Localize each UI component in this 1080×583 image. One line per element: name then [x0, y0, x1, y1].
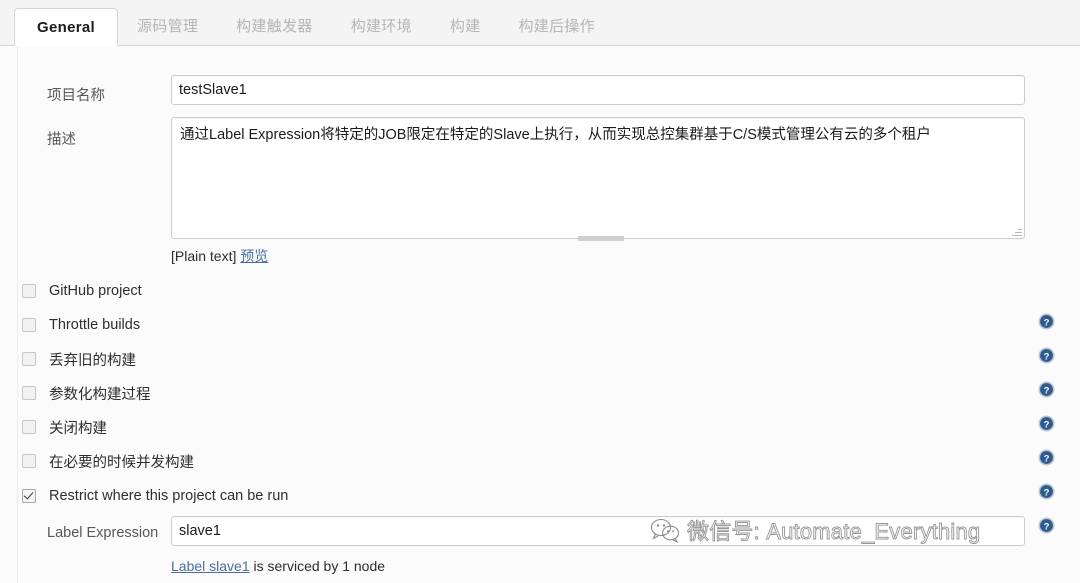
checkbox-label-concurrent-builds: 在必要的时候并发构建: [49, 454, 194, 471]
checkbox-label-discard-old-builds: 丢弃旧的构建: [49, 352, 136, 369]
svg-text:?: ?: [1044, 521, 1050, 532]
tab-list: General 源码管理 构建触发器 构建环境 构建 构建后操作: [14, 0, 615, 46]
tab-build-triggers[interactable]: 构建触发器: [217, 7, 332, 45]
plain-text-label: [Plain text]: [171, 248, 237, 264]
checkbox-row-disable-build[interactable]: 关闭构建: [22, 417, 107, 437]
label-node-link[interactable]: Label slave1: [171, 558, 250, 574]
description-textarea[interactable]: [171, 117, 1025, 239]
tab-source-management[interactable]: 源码管理: [118, 7, 217, 45]
label-node-status-text: is serviced by 1 node: [249, 558, 386, 574]
help-icon-label-expression[interactable]: ?: [1038, 517, 1055, 534]
label-expression-label: Label Expression: [47, 525, 159, 541]
label-expression-input[interactable]: [171, 516, 1025, 546]
project-name-label: 项目名称: [47, 88, 105, 104]
svg-text:?: ?: [1044, 385, 1050, 396]
help-icon-throttle-builds[interactable]: ?: [1038, 313, 1055, 330]
checkbox-row-concurrent-builds[interactable]: 在必要的时候并发构建: [22, 451, 194, 471]
checkbox-label-restrict-project-run: Restrict where this project can be run: [49, 488, 289, 504]
config-tab-bar: General 源码管理 构建触发器 构建环境 构建 构建后操作: [0, 0, 1080, 46]
project-name-input[interactable]: [171, 75, 1025, 105]
config-form: 项目名称 描述 [Plain text] 预览 GitHub project T…: [0, 46, 1080, 583]
checkbox-parameterized-build[interactable]: [22, 386, 36, 400]
checkbox-concurrent-builds[interactable]: [22, 454, 36, 468]
checkbox-discard-old-builds[interactable]: [22, 352, 36, 366]
svg-text:?: ?: [1044, 351, 1050, 362]
svg-text:?: ?: [1044, 487, 1050, 498]
checkbox-label-parameterized-build: 参数化构建过程: [49, 386, 151, 403]
markup-format-note: [Plain text] 预览: [171, 246, 268, 266]
checkbox-row-discard-old-builds[interactable]: 丢弃旧的构建: [22, 349, 136, 369]
help-icon-disable-build[interactable]: ?: [1038, 415, 1055, 432]
tab-build-environment[interactable]: 构建环境: [332, 7, 431, 45]
help-icon-concurrent-builds[interactable]: ?: [1038, 449, 1055, 466]
checkbox-throttle-builds[interactable]: [22, 318, 36, 332]
checkbox-label-disable-build: 关闭构建: [49, 420, 107, 437]
checkbox-label-github-project: GitHub project: [49, 283, 142, 299]
svg-text:?: ?: [1044, 453, 1050, 464]
form-left-divider: [17, 46, 18, 583]
checkbox-github-project[interactable]: [22, 284, 36, 298]
svg-text:?: ?: [1044, 419, 1050, 430]
checkbox-row-throttle-builds[interactable]: Throttle builds: [22, 315, 140, 335]
tab-general[interactable]: General: [14, 8, 118, 46]
checkbox-disable-build[interactable]: [22, 420, 36, 434]
description-label: 描述: [47, 132, 76, 148]
checkbox-row-restrict-project-run[interactable]: Restrict where this project can be run: [22, 486, 288, 506]
textarea-horizontal-resize-grip[interactable]: [578, 236, 624, 241]
checkbox-restrict-project-run[interactable]: [22, 489, 36, 503]
help-icon-discard-old-builds[interactable]: ?: [1038, 347, 1055, 364]
svg-text:?: ?: [1044, 317, 1050, 328]
checkbox-row-parameterized-build[interactable]: 参数化构建过程: [22, 383, 151, 403]
tab-post-build-actions[interactable]: 构建后操作: [500, 7, 615, 45]
checkbox-row-github-project[interactable]: GitHub project: [22, 281, 142, 301]
help-icon-restrict-project-run[interactable]: ?: [1038, 483, 1055, 500]
label-node-status: Label slave1 is serviced by 1 node: [171, 558, 385, 574]
jenkins-job-config-page: General 源码管理 构建触发器 构建环境 构建 构建后操作 项目名称 描述…: [0, 0, 1080, 583]
checkbox-label-throttle-builds: Throttle builds: [49, 317, 141, 333]
preview-link[interactable]: 预览: [240, 248, 268, 264]
help-icon-parameterized-build[interactable]: ?: [1038, 381, 1055, 398]
tab-build[interactable]: 构建: [431, 7, 500, 45]
